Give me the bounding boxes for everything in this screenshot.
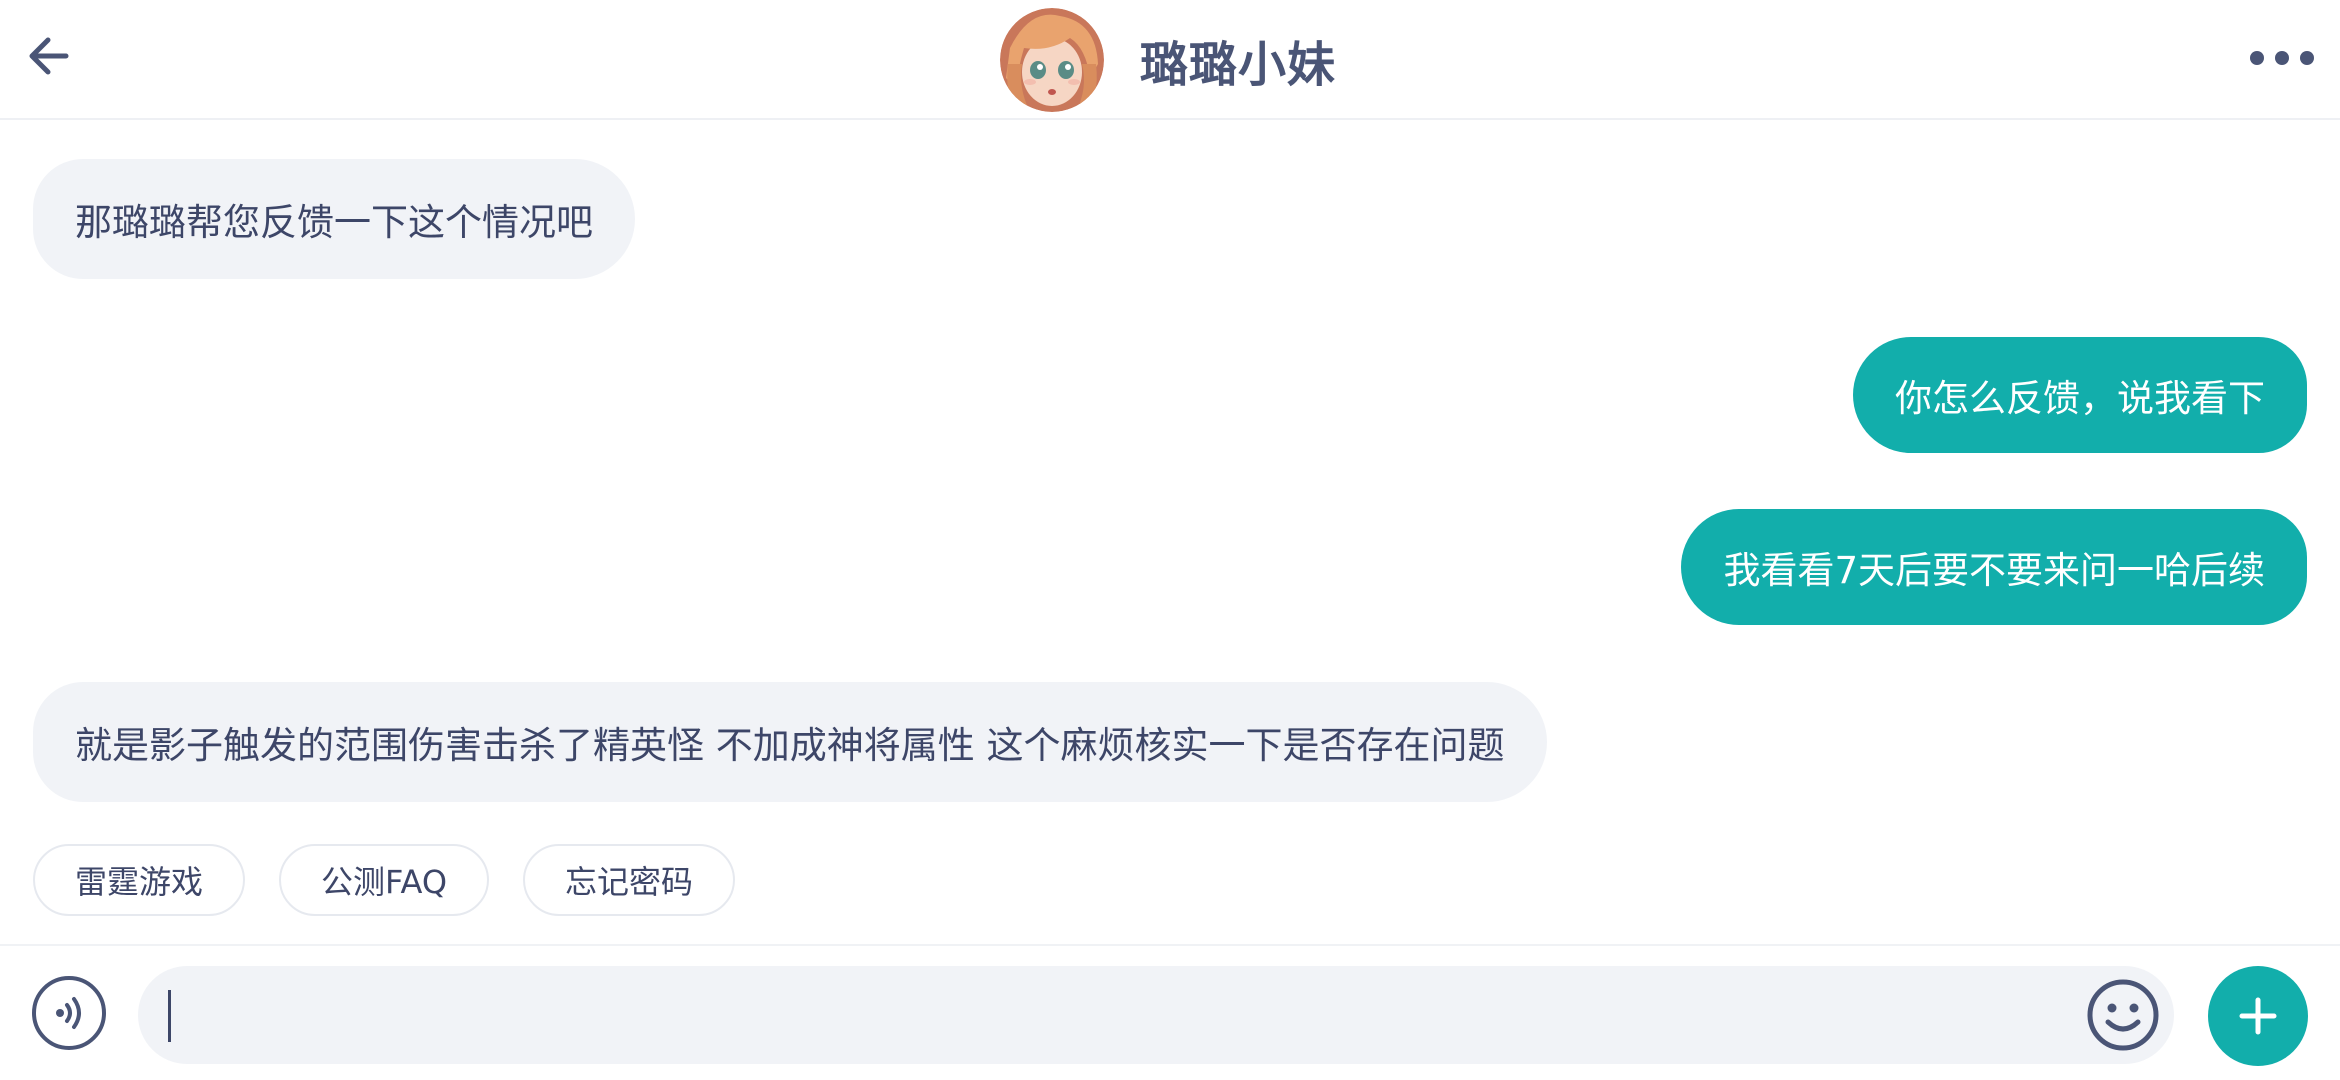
anime-girl-avatar-image bbox=[1000, 8, 1104, 112]
text-caret bbox=[168, 990, 171, 1042]
emoji-icon bbox=[2087, 979, 2159, 1051]
message-text: 我看看7天后要不要来问一哈后续 bbox=[1723, 549, 2265, 592]
back-button[interactable] bbox=[18, 26, 78, 86]
message-incoming[interactable]: 就是影子触发的范围伤害击杀了精英怪 不加成神将属性 这个麻烦核实一下是否存在问题 bbox=[33, 682, 1547, 802]
quick-replies: 雷霆游戏 公测FAQ 忘记密码 bbox=[33, 844, 769, 916]
emoji-button[interactable] bbox=[2086, 978, 2160, 1052]
more-dot bbox=[2250, 51, 2264, 65]
more-dot bbox=[2300, 51, 2314, 65]
quick-reply-chip[interactable]: 雷霆游戏 bbox=[33, 844, 246, 916]
message-outgoing[interactable]: 我看看7天后要不要来问一哈后续 bbox=[1681, 509, 2307, 625]
chat-screen: 璐璐小妹 那璐璐帮您反馈一下这个情况吧 你怎么反馈，说我看下 我看看7天后要不要… bbox=[0, 0, 2340, 1080]
message-text: 就是影子触发的范围伤害击杀了精英怪 不加成神将属性 这个麻烦核实一下是否存在问题 bbox=[75, 724, 1505, 767]
add-attachment-button[interactable] bbox=[2208, 966, 2308, 1066]
plus-icon bbox=[2239, 997, 2277, 1035]
voice-icon bbox=[56, 997, 81, 1029]
message-text: 你怎么反馈，说我看下 bbox=[1895, 377, 2265, 420]
arrow-left-icon bbox=[29, 37, 69, 75]
more-dot bbox=[2275, 51, 2289, 65]
message-input[interactable] bbox=[138, 966, 2174, 1064]
page-title: 璐璐小妹 bbox=[1140, 37, 1337, 93]
message-outgoing[interactable]: 你怎么反馈，说我看下 bbox=[1853, 337, 2307, 453]
voice-button[interactable] bbox=[32, 976, 106, 1050]
quick-reply-chip[interactable]: 忘记密码 bbox=[523, 844, 736, 916]
avatar[interactable] bbox=[1000, 8, 1104, 112]
message-text: 那璐璐帮您反馈一下这个情况吧 bbox=[75, 201, 593, 244]
more-button[interactable] bbox=[2250, 36, 2314, 80]
chat-header: 璐璐小妹 bbox=[0, 0, 2340, 120]
chat-title-group: 璐璐小妹 bbox=[1000, 6, 1336, 114]
input-bar bbox=[0, 944, 2340, 1080]
message-incoming[interactable]: 那璐璐帮您反馈一下这个情况吧 bbox=[33, 159, 635, 279]
quick-reply-chip[interactable]: 公测FAQ bbox=[279, 844, 490, 916]
